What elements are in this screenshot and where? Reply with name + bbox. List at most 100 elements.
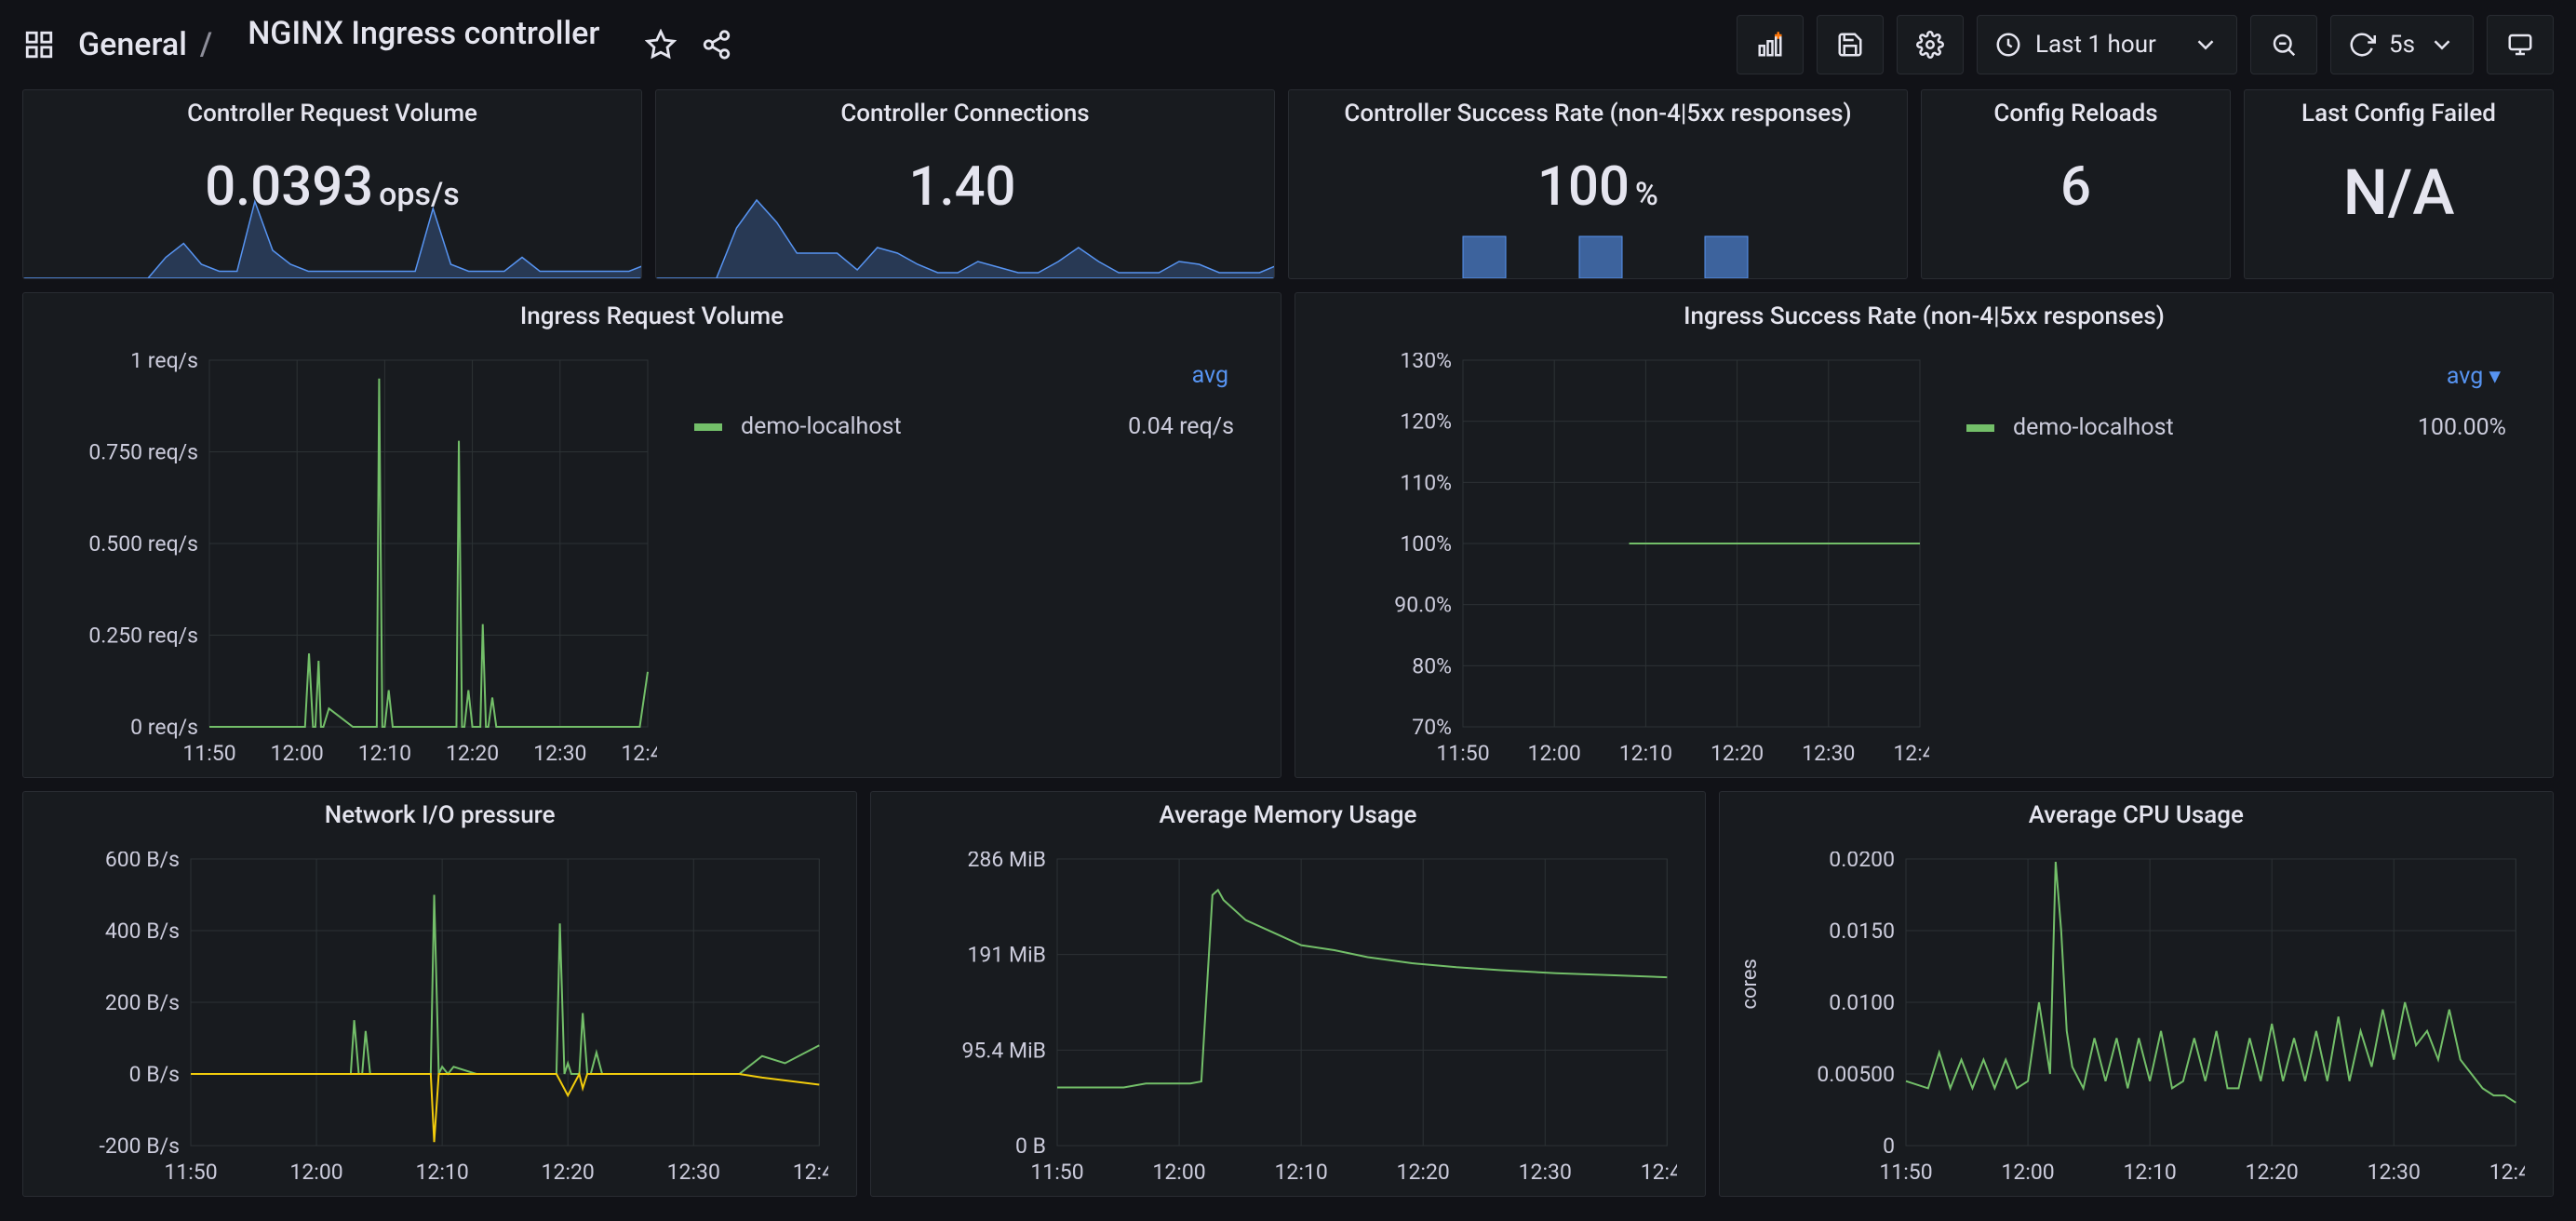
svg-text:12:10: 12:10 <box>1619 741 1672 766</box>
svg-text:12:10: 12:10 <box>1275 1160 1328 1185</box>
svg-text:400 B/s: 400 B/s <box>105 919 180 944</box>
chart-svg: -200 B/s0 B/s200 B/s400 B/s600 B/s11:501… <box>51 852 828 1190</box>
panel-title: Average CPU Usage <box>1720 792 2553 833</box>
panel-title: Ingress Request Volume <box>23 293 1281 334</box>
svg-text:12:40: 12:40 <box>1641 1160 1677 1185</box>
svg-text:12:20: 12:20 <box>542 1160 595 1185</box>
panel-title: Controller Connections <box>656 90 1274 131</box>
settings-button[interactable] <box>1897 15 1964 74</box>
svg-text:11:50: 11:50 <box>1031 1160 1084 1185</box>
panel-controller-connections[interactable]: Controller Connections 1.40 <box>655 89 1275 279</box>
svg-text:12:30: 12:30 <box>1519 1160 1572 1185</box>
zoom-out-button[interactable] <box>2250 15 2317 74</box>
panel-ingress-request-volume[interactable]: Ingress Request Volume 0 req/s 0.250 req/… <box>22 292 1281 778</box>
share-icon[interactable] <box>700 28 733 61</box>
svg-text:12:10: 12:10 <box>415 1160 468 1185</box>
svg-text:0 B: 0 B <box>1015 1134 1046 1159</box>
breadcrumb: General / NGINX Ingress controller <box>78 15 622 74</box>
svg-text:12:00: 12:00 <box>1153 1160 1206 1185</box>
svg-text:1 req/s: 1 req/s <box>130 353 198 373</box>
panel-controller-request-volume[interactable]: Controller Request Volume 0.0393ops/s <box>22 89 642 279</box>
legend: avg demo-localhost 100.00% <box>1929 353 2525 772</box>
save-button[interactable] <box>1817 15 1884 74</box>
svg-text:12:20: 12:20 <box>1397 1160 1450 1185</box>
svg-text:120%: 120% <box>1400 409 1452 435</box>
time-range-button[interactable]: Last 1 hour <box>1977 15 2237 74</box>
svg-text:110%: 110% <box>1400 470 1452 495</box>
panel-config-reloads[interactable]: Config Reloads 6 <box>1921 89 2231 279</box>
refresh-interval-label: 5s <box>2389 31 2415 59</box>
svg-text:12:00: 12:00 <box>289 1160 342 1185</box>
svg-text:12:30: 12:30 <box>2367 1160 2420 1185</box>
svg-text:12:40: 12:40 <box>793 1160 829 1185</box>
svg-text:12:00: 12:00 <box>1528 741 1581 766</box>
panel-title: Last Config Failed <box>2245 90 2553 131</box>
legend-label: demo-localhost <box>2013 414 2357 441</box>
refresh-button[interactable]: 5s <box>2330 15 2474 74</box>
panel-title: Ingress Success Rate (non-4|5xx response… <box>1295 293 2553 334</box>
svg-text:0.250 req/s: 0.250 req/s <box>88 624 198 649</box>
sparkline <box>23 195 642 278</box>
y-axis-label: cores <box>1738 959 1762 1009</box>
panel-last-config-failed[interactable]: Last Config Failed N/A <box>2244 89 2554 279</box>
svg-text:0 req/s: 0 req/s <box>130 715 198 740</box>
svg-text:0.0100: 0.0100 <box>1829 990 1895 1015</box>
legend: avg demo-localhost 0.04 req/s <box>657 353 1253 772</box>
legend-swatch <box>1966 424 1994 432</box>
svg-text:12:10: 12:10 <box>358 741 411 766</box>
breadcrumb-dashboard[interactable]: NGINX Ingress controller <box>225 15 622 74</box>
legend-header[interactable]: avg <box>694 362 1234 389</box>
panel-average-memory-usage[interactable]: Average Memory Usage 0 B95.4 MiB191 MiB2… <box>870 791 1705 1197</box>
panel-title: Controller Request Volume <box>23 90 641 131</box>
panel-ingress-success-rate[interactable]: Ingress Success Rate (non-4|5xx response… <box>1295 292 2554 778</box>
svg-text:80%: 80% <box>1412 653 1452 678</box>
panel-title: Network I/O pressure <box>23 792 856 833</box>
svg-text:95.4 MiB: 95.4 MiB <box>962 1038 1047 1063</box>
svg-text:12:00: 12:00 <box>271 741 324 766</box>
panel-network-io-pressure[interactable]: Network I/O pressure -200 B/s0 B/s200 B/… <box>22 791 857 1197</box>
legend-item[interactable]: demo-localhost 0.04 req/s <box>694 413 1234 440</box>
svg-text:12:10: 12:10 <box>2123 1160 2176 1185</box>
svg-text:11:50: 11:50 <box>1436 741 1489 766</box>
svg-text:130%: 130% <box>1400 353 1452 373</box>
svg-text:12:40: 12:40 <box>1893 741 1929 766</box>
stat-value: 6 <box>1922 155 2230 219</box>
panel-average-cpu-usage[interactable]: Average CPU Usage cores 0 0.00500 0.0100 0.… <box>1719 791 2554 1197</box>
svg-text:0: 0 <box>1883 1134 1895 1159</box>
svg-text:100%: 100% <box>1400 531 1452 557</box>
svg-text:286 MiB: 286 MiB <box>968 852 1047 872</box>
svg-text:200 B/s: 200 B/s <box>105 990 180 1015</box>
svg-text:0.00500: 0.00500 <box>1817 1062 1895 1087</box>
time-range-label: Last 1 hour <box>2035 31 2156 59</box>
svg-text:70%: 70% <box>1412 715 1452 740</box>
apps-icon[interactable] <box>22 28 56 61</box>
svg-text:0.500 req/s: 0.500 req/s <box>88 531 198 557</box>
add-panel-button[interactable] <box>1737 15 1804 74</box>
svg-text:12:30: 12:30 <box>533 741 586 766</box>
svg-text:12:20: 12:20 <box>1711 741 1764 766</box>
svg-text:11:50: 11:50 <box>1879 1160 1932 1185</box>
legend-value: 100.00% <box>2357 414 2506 441</box>
svg-text:12:40: 12:40 <box>621 741 657 766</box>
breadcrumb-folder[interactable]: General <box>78 26 187 63</box>
legend-header[interactable]: avg <box>1966 362 2506 390</box>
cycle-view-button[interactable] <box>2487 15 2554 74</box>
svg-text:0.750 req/s: 0.750 req/s <box>88 440 198 465</box>
legend-label: demo-localhost <box>741 413 1085 440</box>
panel-controller-success-rate[interactable]: Controller Success Rate (non-4|5xx respo… <box>1288 89 1908 279</box>
svg-text:0.0200: 0.0200 <box>1829 852 1895 872</box>
chart-svg: 0 B95.4 MiB191 MiB286 MiB11:5012:0012:10… <box>899 852 1676 1190</box>
svg-text:0.0150: 0.0150 <box>1829 919 1895 944</box>
star-icon[interactable] <box>644 28 678 61</box>
stat-value: N/A <box>2245 155 2553 230</box>
panel-title: Average Memory Usage <box>871 792 1704 833</box>
svg-text:12:30: 12:30 <box>667 1160 720 1185</box>
breadcrumb-separator: / <box>200 26 212 63</box>
sparkline-bars <box>1289 195 1908 278</box>
svg-text:0 B/s: 0 B/s <box>129 1062 180 1087</box>
svg-text:11:50: 11:50 <box>164 1160 217 1185</box>
svg-text:90.0%: 90.0% <box>1394 593 1452 618</box>
panel-title: Config Reloads <box>1922 90 2230 131</box>
legend-item[interactable]: demo-localhost 100.00% <box>1966 414 2506 441</box>
chart-svg: 0 req/s 0.250 req/s 0.500 req/s 0.750 req/s… <box>51 353 657 772</box>
